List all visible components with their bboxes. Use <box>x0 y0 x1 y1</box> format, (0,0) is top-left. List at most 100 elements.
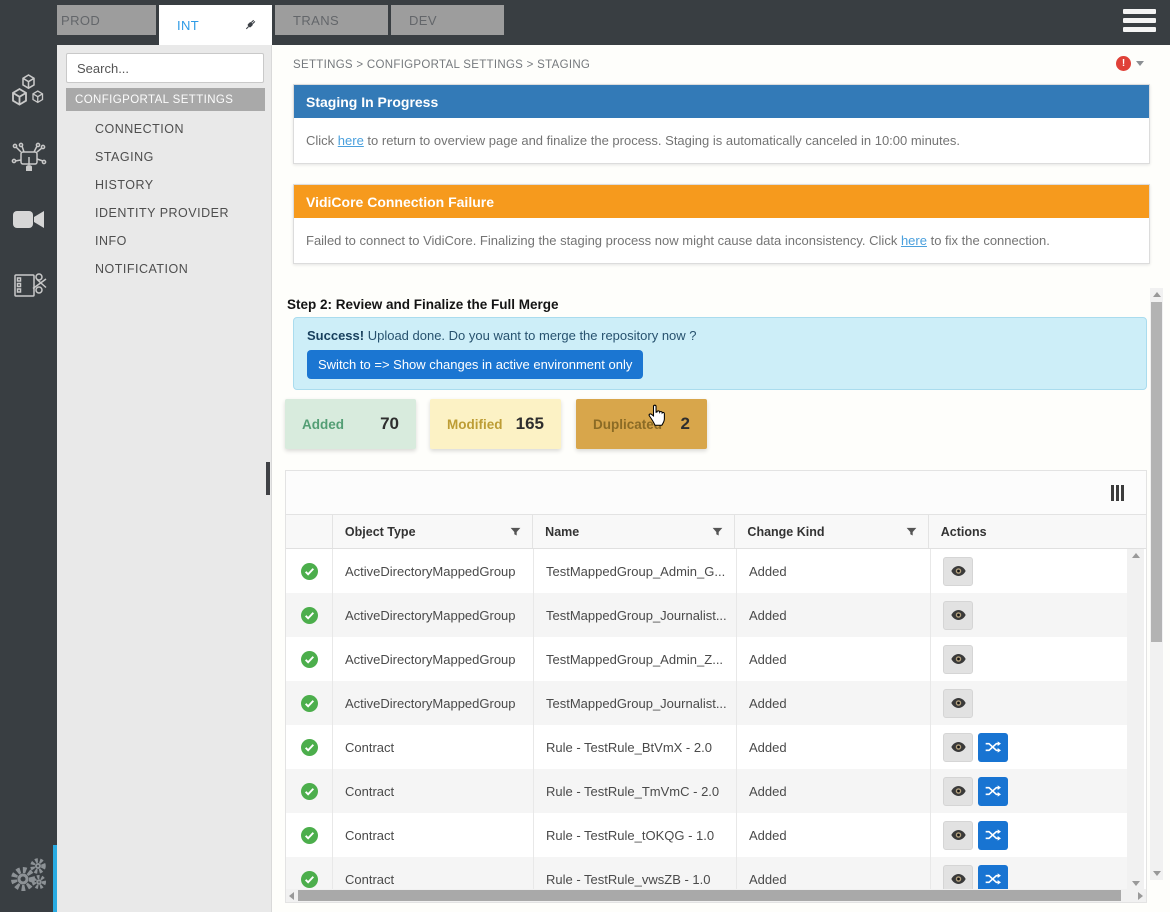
sidebar-item-notification[interactable]: NOTIFICATION <box>57 255 272 283</box>
cell-name: TestMappedGroup_Admin_G... <box>534 549 737 593</box>
staging-alert: Staging In Progress Click here to return… <box>293 84 1150 164</box>
column-chooser-icon[interactable] <box>1111 485 1124 501</box>
cell-object-type: Contract <box>333 769 534 813</box>
top-bar: PROD INT TRANS DEV <box>0 0 1170 45</box>
view-details-button[interactable] <box>943 821 973 850</box>
added-count: 70 <box>380 414 399 434</box>
success-text: Success! Upload done. Do you want to mer… <box>307 328 1133 343</box>
cell-actions <box>931 725 1127 769</box>
tab-label: INT <box>177 18 199 33</box>
header-filler <box>1124 515 1146 548</box>
added-stat-card[interactable]: Added 70 <box>285 399 416 449</box>
cell-change-kind: Added <box>737 769 931 813</box>
added-label: Added <box>302 417 344 432</box>
view-details-button[interactable] <box>943 777 973 806</box>
video-camera-icon[interactable] <box>12 207 46 238</box>
cell-name: TestMappedGroup_Journalist... <box>534 593 737 637</box>
scroll-up-arrow[interactable] <box>1132 553 1140 558</box>
sidebar-item-connection[interactable]: CONNECTION <box>57 115 272 143</box>
compare-button[interactable] <box>978 865 1008 891</box>
plug-icon <box>242 17 258 33</box>
table-row: Contract Rule - TestRule_tOKQG - 1.0 Add… <box>286 813 1127 857</box>
step-title: Step 2: Review and Finalize the Full Mer… <box>287 297 559 312</box>
text-caret <box>266 462 270 495</box>
modified-stat-card[interactable]: Modified 165 <box>430 399 561 449</box>
cell-name: TestMappedGroup_Journalist... <box>534 681 737 725</box>
table-row: ActiveDirectoryMappedGroup TestMappedGro… <box>286 593 1127 637</box>
view-details-button[interactable] <box>943 557 973 586</box>
object-type-column-header: Object Type <box>333 515 533 548</box>
scroll-right-arrow[interactable] <box>1138 892 1143 900</box>
eye-icon <box>951 653 966 665</box>
compare-button[interactable] <box>978 777 1008 806</box>
alert-text: Click <box>306 133 338 148</box>
cell-actions <box>931 549 1127 593</box>
view-details-button[interactable] <box>943 601 973 630</box>
scroll-down-arrow[interactable] <box>1132 881 1140 886</box>
switch-view-button[interactable]: Switch to => Show changes in active envi… <box>307 350 643 379</box>
media-edit-icon[interactable] <box>10 266 48 309</box>
page-vertical-scrollbar[interactable] <box>1150 288 1163 880</box>
tab-prod[interactable]: PROD <box>43 5 156 35</box>
filter-icon[interactable] <box>905 526 918 538</box>
sidenav-section-title: CONFIGPORTAL SETTINGS <box>66 88 265 111</box>
horizontal-scroll-thumb[interactable] <box>298 890 1121 901</box>
scroll-left-arrow[interactable] <box>289 892 294 900</box>
compare-button[interactable] <box>978 733 1008 762</box>
page-scroll-down-arrow[interactable] <box>1153 871 1161 876</box>
page-scroll-up-arrow[interactable] <box>1153 292 1161 297</box>
cell-object-type: ActiveDirectoryMappedGroup <box>333 637 534 681</box>
cell-name: Rule - TestRule_BtVmX - 2.0 <box>534 725 737 769</box>
success-check-icon <box>301 827 318 844</box>
name-column-header: Name <box>533 515 735 548</box>
table-row: Contract Rule - TestRule_TmVmC - 2.0 Add… <box>286 769 1127 813</box>
compare-button[interactable] <box>978 821 1008 850</box>
alert-text: to return to overview page and finalize … <box>364 133 960 148</box>
success-check-icon <box>301 607 318 624</box>
success-check-icon <box>301 783 318 800</box>
staging-alert-body: Click here to return to overview page an… <box>294 118 1149 163</box>
success-check-icon <box>301 563 318 580</box>
settings-gears-icon[interactable] <box>7 855 51 902</box>
row-status-cell <box>286 725 333 769</box>
view-details-button[interactable] <box>943 645 973 674</box>
eye-icon <box>951 873 966 885</box>
sidebar-item-staging[interactable]: STAGING <box>57 143 272 171</box>
modules-cubes-icon[interactable] <box>11 73 47 114</box>
remote-interaction-icon[interactable] <box>10 140 48 183</box>
error-indicator[interactable]: ! <box>1116 56 1144 71</box>
tab-trans[interactable]: TRANS <box>275 5 388 35</box>
return-overview-link[interactable]: here <box>338 133 364 148</box>
cell-name: TestMappedGroup_Admin_Z... <box>534 637 737 681</box>
main-content: SETTINGS > CONFIGPORTAL SETTINGS > STAGI… <box>272 45 1170 912</box>
filter-icon[interactable] <box>711 526 724 538</box>
cell-actions <box>931 769 1127 813</box>
active-rail-indicator <box>53 845 57 912</box>
view-details-button[interactable] <box>943 689 973 718</box>
table-row: ActiveDirectoryMappedGroup TestMappedGro… <box>286 637 1127 681</box>
change-kind-column-header: Change Kind <box>735 515 928 548</box>
view-details-button[interactable] <box>943 733 973 762</box>
tab-label: TRANS <box>293 13 339 28</box>
eye-icon <box>951 829 966 841</box>
table-vertical-scrollbar[interactable] <box>1127 549 1144 890</box>
view-details-button[interactable] <box>943 865 973 891</box>
eye-icon <box>951 609 966 621</box>
table-horizontal-scrollbar[interactable] <box>286 889 1146 902</box>
search-input[interactable] <box>66 53 264 83</box>
tab-dev[interactable]: DEV <box>391 5 504 35</box>
sidebar-item-identity-provider[interactable]: IDENTITY PROVIDER <box>57 199 272 227</box>
filter-icon[interactable] <box>509 526 522 538</box>
eye-icon <box>951 785 966 797</box>
page-scroll-thumb[interactable] <box>1151 302 1162 642</box>
duplicated-stat-card[interactable]: Duplicated 2 <box>576 399 707 449</box>
tab-int[interactable]: INT <box>159 5 272 45</box>
table-row: Contract Rule - TestRule_BtVmX - 2.0 Add… <box>286 725 1127 769</box>
sidebar-item-info[interactable]: INFO <box>57 227 272 255</box>
cell-object-type: Contract <box>333 813 534 857</box>
sidebar-item-history[interactable]: HISTORY <box>57 171 272 199</box>
staging-alert-title: Staging In Progress <box>294 85 1149 118</box>
eye-icon <box>951 697 966 709</box>
fix-connection-link[interactable]: here <box>901 233 927 248</box>
hamburger-menu-icon[interactable] <box>1123 9 1156 36</box>
